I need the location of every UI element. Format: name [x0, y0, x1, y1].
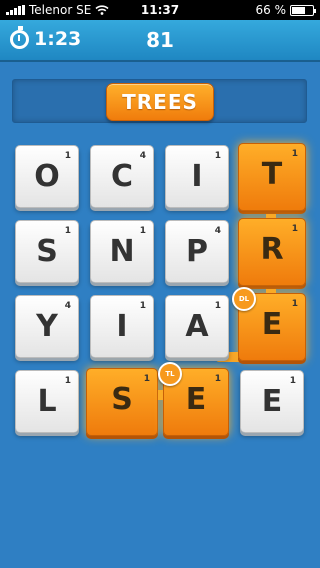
letter-tile[interactable]: C4	[90, 145, 154, 208]
letter-tile[interactable]: E1	[163, 368, 229, 436]
status-bar: Telenor SE 11:37 66 %	[0, 0, 320, 20]
game-header: 1:23 81	[0, 20, 320, 62]
letter-tile[interactable]: S1	[15, 220, 79, 283]
letter-tile[interactable]: P4	[165, 220, 229, 283]
tile-letter: R	[260, 232, 284, 267]
tile-points: 1	[289, 376, 296, 386]
tile-points: 1	[139, 226, 146, 236]
score: 81	[146, 28, 174, 52]
tile-letter: E	[185, 382, 207, 417]
tile-letter: O	[34, 159, 60, 194]
tile-points: 1	[139, 301, 146, 311]
tile-letter: I	[116, 309, 128, 344]
tile-points: 1	[214, 374, 221, 384]
tile-letter: T	[261, 157, 283, 192]
tile-points: 1	[291, 299, 298, 309]
letter-tile[interactable]: R1	[238, 218, 306, 286]
tile-points: 4	[64, 301, 71, 311]
tile-points: 1	[214, 151, 221, 161]
tile-letter: N	[109, 234, 135, 269]
carrier-name: Telenor SE	[29, 3, 92, 17]
tile-points: 1	[64, 376, 71, 386]
letter-tile[interactable]: N1	[90, 220, 154, 283]
status-left: Telenor SE	[6, 3, 109, 17]
tile-points: 1	[64, 226, 71, 236]
letter-tile[interactable]: I1	[165, 145, 229, 208]
tile-points: 4	[214, 226, 221, 236]
current-word: TREES	[106, 83, 214, 121]
tile-letter: A	[185, 309, 209, 344]
signal-icon	[6, 5, 25, 15]
letter-tile[interactable]: I1	[90, 295, 154, 358]
status-right: 66 %	[255, 3, 316, 17]
tile-points: 1	[291, 224, 298, 234]
tile-letter: Y	[36, 309, 58, 344]
letter-tile[interactable]: T1	[238, 143, 306, 211]
letter-tile[interactable]: L1	[15, 370, 79, 433]
tile-points: 1	[291, 149, 298, 159]
tile-letter: C	[110, 159, 134, 194]
letter-tile[interactable]: A1	[165, 295, 229, 358]
tile-points: 1	[214, 301, 221, 311]
battery-fill	[292, 6, 306, 14]
tile-letter: E	[261, 384, 283, 419]
letter-tile[interactable]: S1	[86, 368, 158, 436]
letter-tile[interactable]: O1	[15, 145, 79, 208]
tile-letter: E	[261, 307, 283, 342]
tile-points: 1	[64, 151, 71, 161]
wifi-icon	[95, 5, 109, 15]
tile-letter: P	[186, 234, 208, 269]
tile-letter: I	[191, 159, 203, 194]
tile-letter: S	[111, 382, 133, 417]
letter-tile[interactable]: E1	[240, 370, 304, 433]
tile-letter: S	[36, 234, 58, 269]
tile-points: 4	[139, 151, 146, 161]
letter-tile[interactable]: E1	[238, 293, 306, 361]
tile-points: 1	[143, 374, 150, 384]
letter-tile[interactable]: Y4	[15, 295, 79, 358]
battery-icon	[290, 4, 316, 16]
battery-percent: 66 %	[255, 3, 287, 17]
tile-letter: L	[37, 384, 57, 419]
